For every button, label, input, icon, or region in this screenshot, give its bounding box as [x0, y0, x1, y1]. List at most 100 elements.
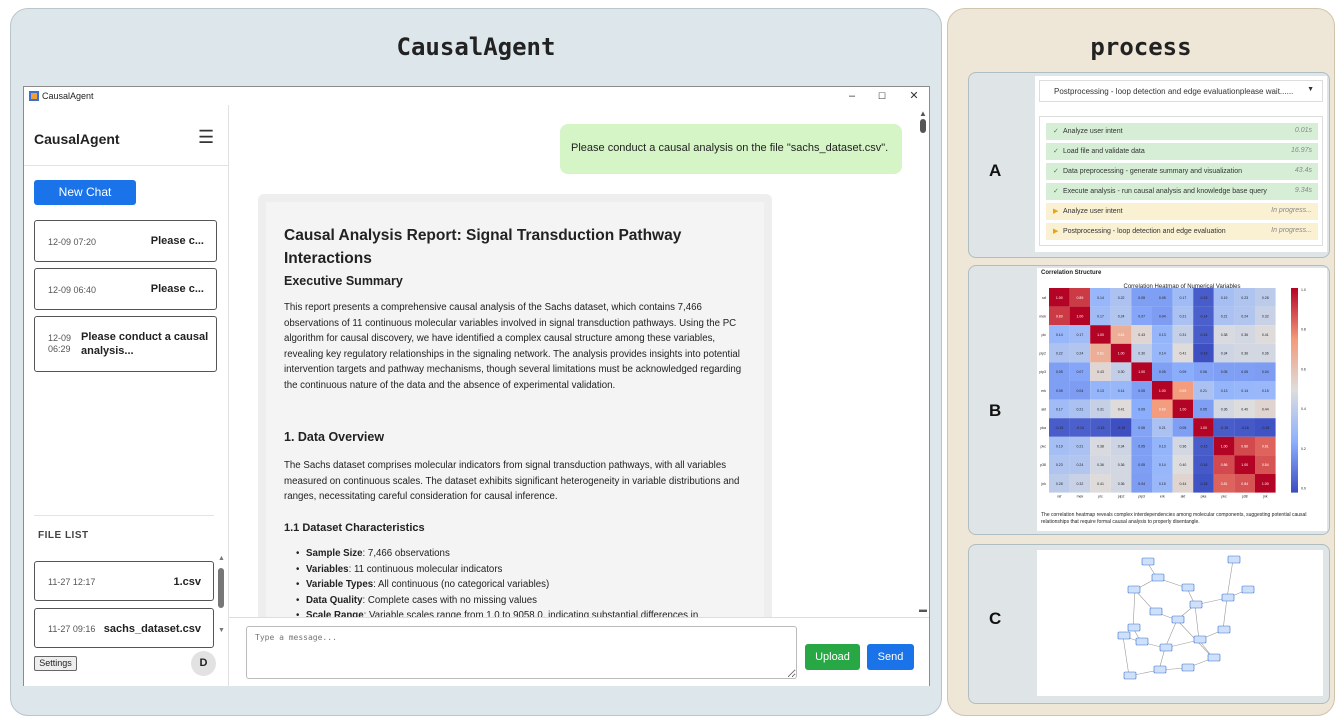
heatmap-x-label: plc — [1098, 495, 1103, 499]
heatmap-cell-label: 1.00 — [1159, 389, 1166, 393]
data-overview-text: The Sachs dataset comprises molecular in… — [284, 460, 740, 502]
data-overview-heading: 1. Data Overview — [284, 430, 385, 444]
heatmap-cell-label: 0.41 — [1179, 352, 1186, 356]
heatmap-cell-label: 0.69 — [1179, 389, 1186, 393]
progress-header-text: Postprocessing - loop detection and edge… — [1054, 87, 1294, 96]
heatmap-cell-label: 0.31 — [1097, 407, 1104, 411]
step-time: In progress... — [1271, 207, 1312, 214]
heatmap-cell-label: 0.14 — [1097, 296, 1104, 300]
heatmap-cell-label: -0.15 — [1200, 296, 1208, 300]
heatmap-cell-label: 0.06 — [1138, 426, 1145, 430]
heatmap-x-label: pka — [1201, 495, 1207, 499]
heatmap-cell-label: 0.24 — [1076, 463, 1083, 467]
minimize-button[interactable]: – — [842, 88, 862, 104]
step-label: Postprocessing - loop detection and edge… — [1063, 228, 1226, 235]
heatmap-y-label: mek — [1039, 314, 1046, 318]
heatmap-cell-label: 0.15 — [1159, 482, 1166, 486]
step-time: 9.34s — [1294, 187, 1312, 194]
heatmap-cell-label: 0.17 — [1179, 296, 1186, 300]
heatmap-cell-label: 0.05 — [1159, 370, 1166, 374]
chat-history-item[interactable]: 12-09 07:20 Please c... — [34, 220, 217, 262]
heatmap-cell-label: 0.05 — [1138, 389, 1145, 393]
heatmap-cell-label: 0.36 — [1118, 463, 1125, 467]
chat-history-item[interactable]: 12-09 06:40 Please c... — [34, 268, 217, 310]
send-button[interactable]: Send — [867, 644, 914, 670]
heatmap-cell-label: 0.17 — [1076, 333, 1083, 337]
step-label: Load file and validate data — [1063, 148, 1145, 155]
heatmap-cell-label: 0.44 — [1179, 482, 1186, 486]
step-label: Execute analysis - run causal analysis a… — [1063, 188, 1267, 195]
exec-summary-heading: Executive Summary — [284, 274, 403, 288]
heatmap-cell-label: 0.13 — [1221, 389, 1228, 393]
play-icon: ▶ — [1053, 228, 1059, 235]
heatmap-cell-label: 0.21 — [1076, 445, 1083, 449]
progress-header[interactable]: Postprocessing - loop detection and edge… — [1039, 80, 1323, 102]
new-chat-button[interactable]: New Chat — [34, 180, 136, 205]
heatmap-cell-label: 0.36 — [1241, 352, 1248, 356]
heatmap-cell-label: 0.21 — [1200, 389, 1207, 393]
heatmap-x-label: jnk — [1262, 495, 1268, 499]
heatmap-cell-label: 0.21 — [1179, 314, 1186, 318]
heatmap-y-label: akt — [1041, 407, 1046, 411]
left-panel-title: CausalAgent — [396, 33, 556, 61]
heatmap-cell-label: -0.14 — [1076, 426, 1084, 430]
heatmap-cell-label: 0.40 — [1241, 407, 1248, 411]
heatmap-cell-label: -0.18 — [1200, 482, 1208, 486]
scroll-down-icon[interactable]: ▼ — [218, 627, 225, 634]
step-label: Analyze user intent — [1063, 208, 1123, 215]
heatmap-cell-label: 0.06 — [1200, 370, 1207, 374]
heatmap-y-label: pip3 — [1039, 370, 1046, 374]
heatmap-cell-label: 0.43 — [1097, 370, 1104, 374]
heatmap-y-label: pka — [1040, 426, 1046, 430]
colorbar-tick-label: 0.0 — [1301, 487, 1306, 491]
heatmap-cell-label: 1.00 — [1200, 426, 1207, 430]
list-item: Sample Size: 7,466 observations — [296, 546, 746, 562]
heatmap-cell-label: 0.28 — [1056, 482, 1063, 486]
window-titlebar: CausalAgent – ☐ ✕ — [24, 87, 929, 105]
heatmap-cell-label: 1.00 — [1118, 352, 1125, 356]
progress-step: ✓ Execute analysis - run causal analysis … — [1046, 183, 1318, 200]
colorbar-tick-label: 0.6 — [1301, 367, 1306, 371]
file-list-label: FILE LIST — [38, 530, 89, 541]
correlation-heatmap: 1.00 0.89 0.14 0.22 0.05 0.05 0.17 -0.15 0.19 0.2… — [1039, 288, 1306, 499]
scroll-up-icon[interactable]: ▲ — [919, 109, 927, 118]
chat-history-item[interactable]: 12-09 06:29 Please conduct a causal anal… — [34, 316, 217, 372]
heatmap-cell-label: 0.05 — [1138, 296, 1145, 300]
heatmap-y-label: p38 — [1040, 463, 1046, 467]
check-icon: ✓ — [1053, 128, 1059, 135]
colorbar-tick-label: 0.2 — [1301, 447, 1306, 451]
scrollbar-thumb[interactable] — [920, 119, 926, 133]
chevron-down-icon[interactable]: ▼ — [1307, 86, 1314, 93]
heatmap-cell-label: 0.41 — [1097, 482, 1104, 486]
scrollbar-thumb[interactable] — [218, 568, 224, 608]
menu-icon[interactable]: ☰ — [198, 127, 214, 148]
heatmap-cell-label: 0.22 — [1056, 352, 1063, 356]
scroll-down-icon[interactable]: ▬ — [919, 605, 927, 614]
maximize-button[interactable]: ☐ — [872, 88, 892, 104]
heatmap-cell-label: 0.19 — [1221, 296, 1228, 300]
scroll-up-icon[interactable]: ▲ — [218, 555, 225, 562]
right-panel-title: process — [1090, 33, 1192, 61]
heatmap-cell-label: 0.05 — [1138, 445, 1145, 449]
heatmap-cell-label: 0.04 — [1076, 389, 1083, 393]
file-list-scrollbar[interactable]: ▲ ▼ — [217, 555, 225, 645]
file-list-divider — [34, 515, 214, 516]
upload-button[interactable]: Upload — [805, 644, 860, 670]
heatmap-cell-label: 1.00 — [1138, 370, 1145, 374]
input-bar: Upload Send — [229, 617, 929, 686]
close-button[interactable]: ✕ — [904, 88, 924, 104]
avatar[interactable]: D — [191, 651, 216, 676]
heatmap-cell-label: -0.16 — [1200, 463, 1208, 467]
heatmap-y-label: jnk — [1041, 482, 1047, 486]
file-item[interactable]: 11-27 12:17 1.csv — [34, 561, 214, 601]
heatmap-cell-label: 0.40 — [1179, 463, 1186, 467]
chat-time: 12-09 06:40 — [48, 285, 97, 295]
heatmap-cell-label: 0.24 — [1076, 352, 1083, 356]
file-item[interactable]: 11-27 09:16 sachs_dataset.csv — [34, 608, 214, 648]
message-input[interactable] — [246, 626, 797, 679]
heatmap-y-label: pip2 — [1039, 352, 1046, 356]
chat-preview: Please c... — [150, 283, 204, 295]
heatmap-cell-label: 0.17 — [1056, 407, 1063, 411]
heatmap-cell-label: 0.81 — [1221, 482, 1228, 486]
settings-button[interactable]: Settings — [34, 656, 77, 671]
